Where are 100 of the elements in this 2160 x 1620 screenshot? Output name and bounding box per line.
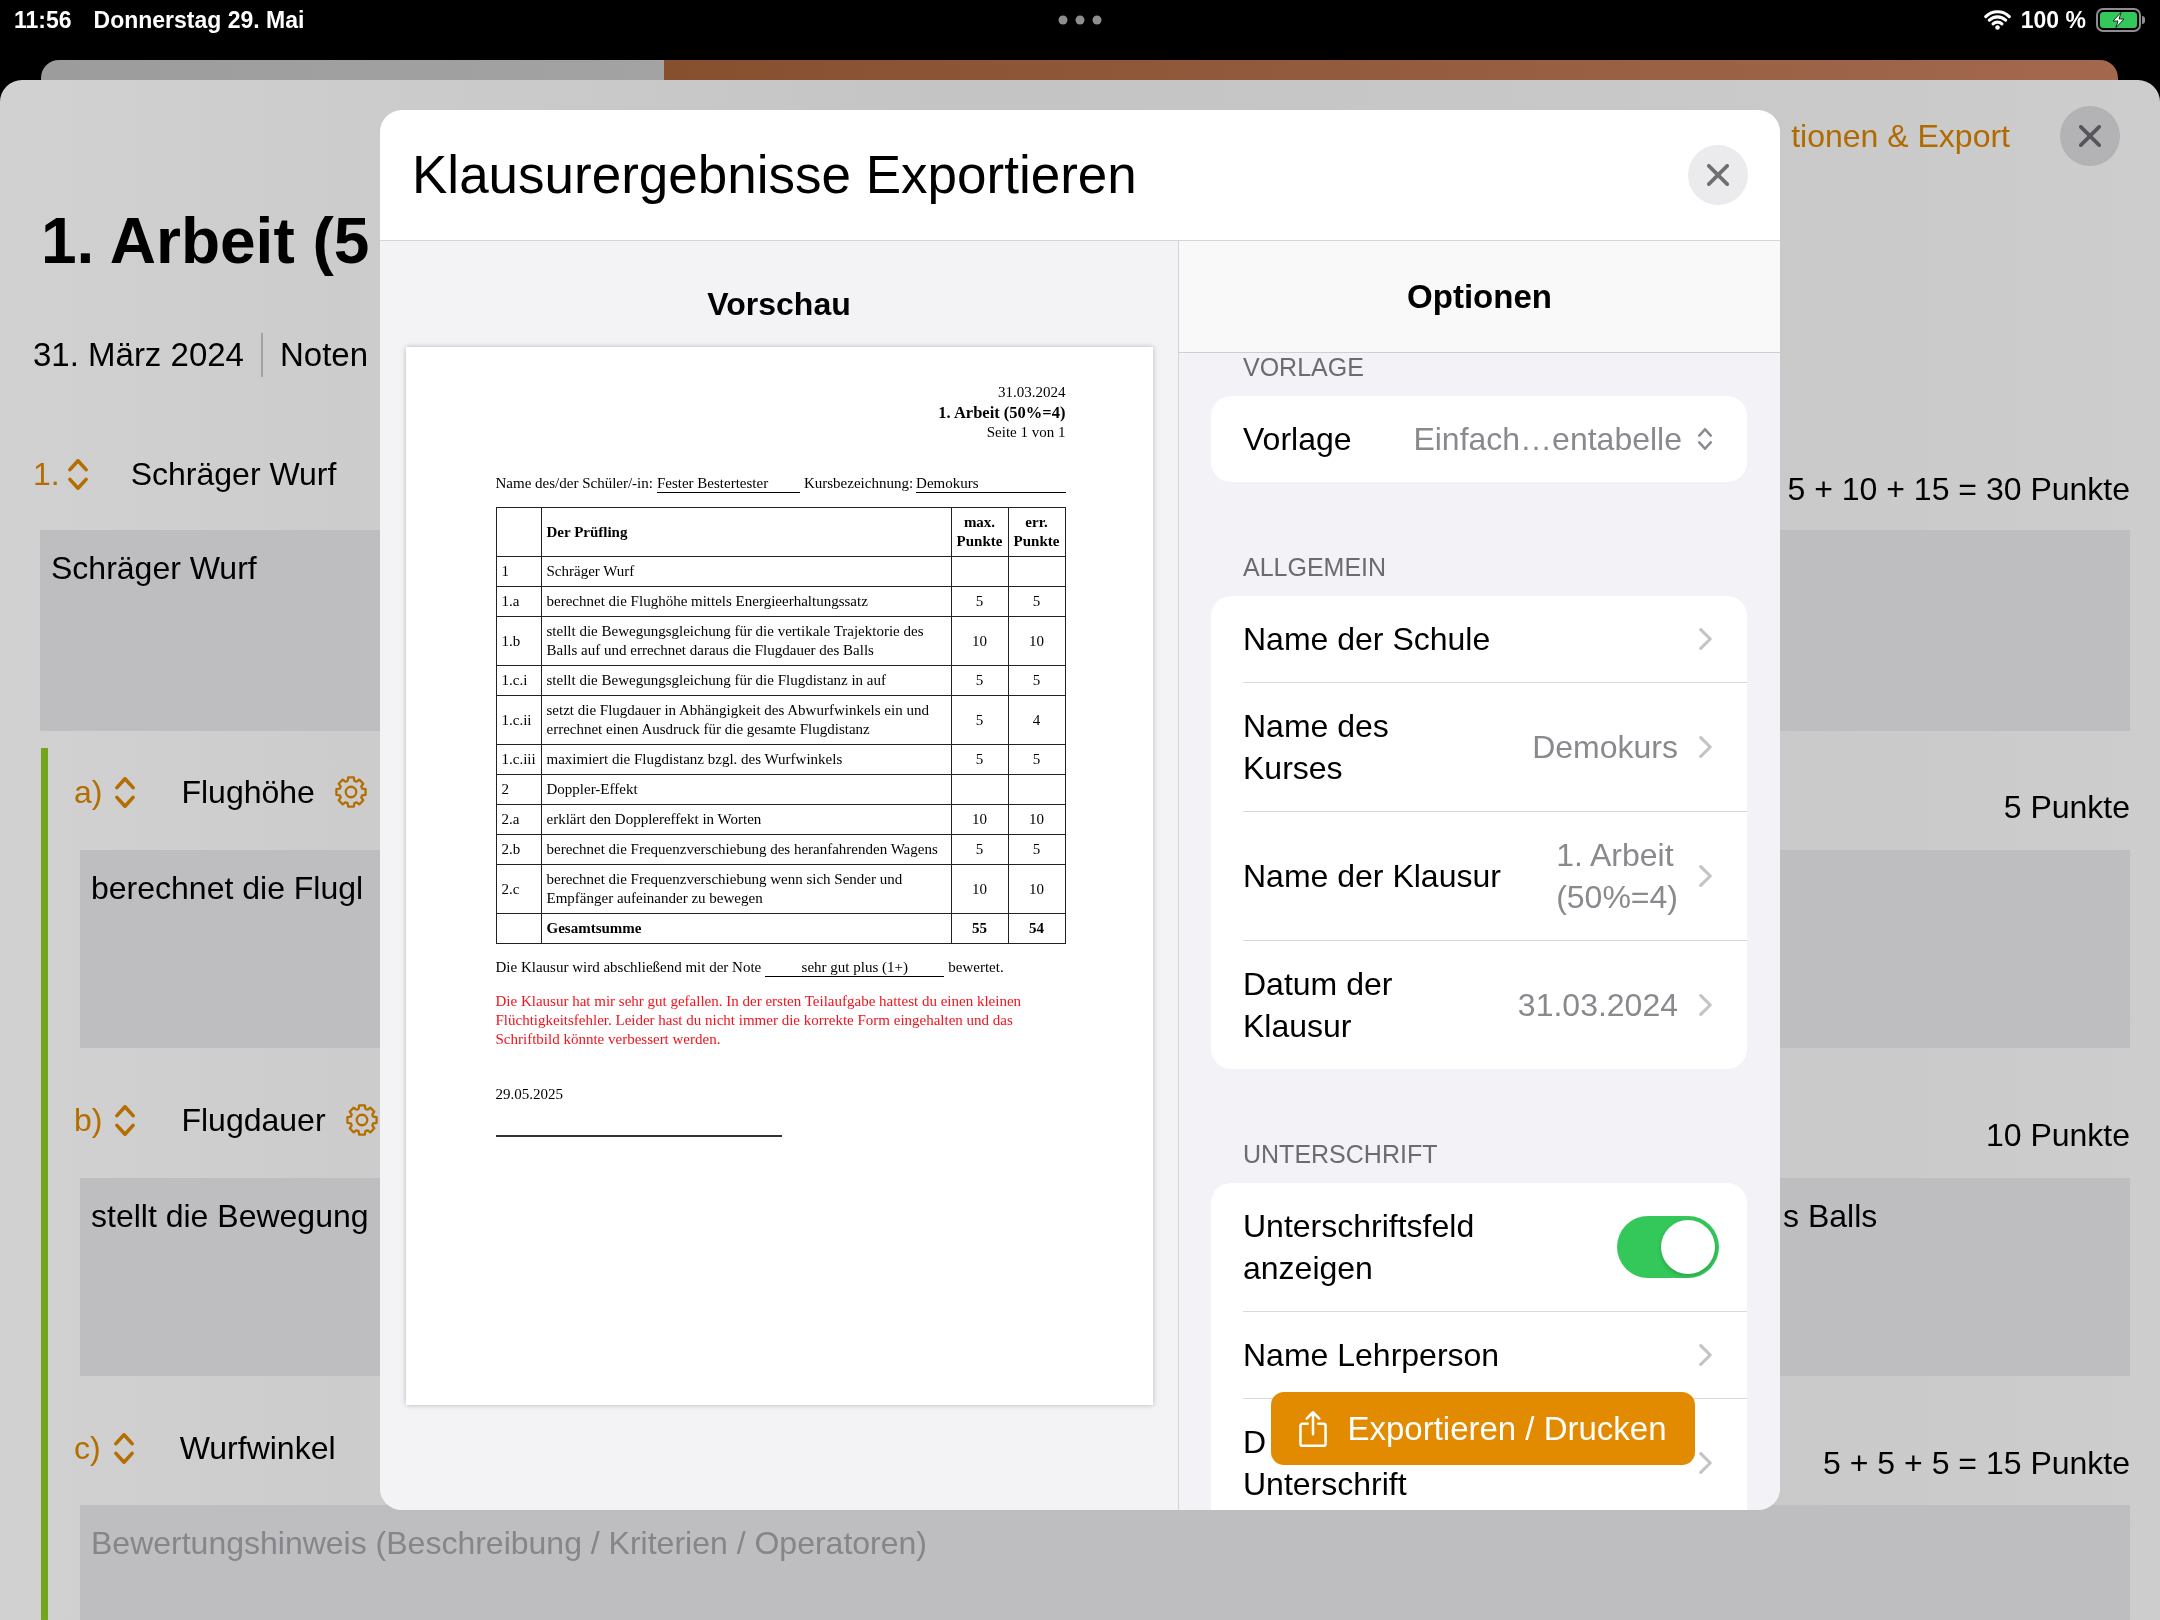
section-header: UNTERSCHRIFT: [1242, 1140, 1439, 1168]
field-text: Schräger Wurf: [51, 549, 257, 588]
table-cell: 1.c.ii: [496, 695, 541, 745]
column-header: err. Punkte: [1008, 507, 1065, 557]
document-title: 1. Arbeit (50%=4): [938, 402, 1066, 423]
task-number: 1.: [33, 455, 60, 494]
table-cell: 5: [951, 586, 1008, 617]
field-text: s Balls: [1783, 1197, 1879, 1236]
table-cell: 10: [951, 616, 1008, 666]
row-label[interactable]: Name der Klausur: [1243, 855, 1517, 897]
row-label: Vorlage: [1243, 420, 1353, 459]
chevron-right-icon: [1699, 865, 1712, 887]
table-cell: 10: [1008, 616, 1065, 666]
task-number: c): [74, 1429, 101, 1468]
table-cell: 10: [951, 864, 1008, 914]
battery-icon: [2096, 8, 2146, 32]
table-cell: berechnet die Frequenzverschiebung des heranfahrenden Wagens: [541, 834, 951, 865]
table-cell: 55: [951, 913, 1008, 944]
chevron-up-down-icon[interactable]: [115, 776, 136, 808]
points-label: 5 Punkte: [2003, 788, 2130, 827]
row-value: 1. Arbeit (50%=4): [1556, 836, 1678, 917]
task-number: a): [74, 773, 103, 812]
options-heading: Optionen: [1407, 276, 1552, 317]
chevron-right-icon: [1699, 1452, 1712, 1474]
task-number: b): [74, 1101, 103, 1140]
status-date: Donnerstag 29. Mai: [93, 6, 305, 35]
date-label: 31. März 2024: [33, 335, 244, 375]
table-cell: maximiert die Flugdistanz bzgl. des Wurfwinkels: [541, 744, 951, 775]
chevron-up-down-icon[interactable]: [1698, 428, 1712, 450]
gear-icon[interactable]: [334, 776, 367, 808]
table-cell: 5: [951, 744, 1008, 775]
field-label: Name des/der Schüler/-in:: [495, 474, 653, 493]
row-label[interactable]: Name Lehrperson: [1243, 1334, 1678, 1376]
table-cell: stellt die Bewegungsgleichung für die Flugdistanz in auf: [541, 665, 951, 696]
row-label[interactable]: Name der Schule: [1243, 618, 1678, 660]
table-cell: berechnet die Flughöhe mittels Energieerhaltungssatz: [541, 586, 951, 617]
task-title: Flugdauer: [181, 1101, 326, 1140]
task-title: Wurfwinkel: [179, 1429, 336, 1468]
chevron-right-icon: [1699, 736, 1712, 758]
table-cell: Schräger Wurf: [541, 556, 951, 587]
table-cell: 10: [1008, 864, 1065, 914]
chevron-up-down-icon[interactable]: [115, 1104, 136, 1136]
table-cell: 2.c: [496, 864, 541, 914]
field-label: Kursbezeichnung:: [803, 474, 914, 493]
share-icon: [1299, 1410, 1328, 1447]
table-cell: berechnet die Frequenzverschiebung wenn sich Sender und Empfänger aufeinander zu bewegen: [541, 864, 951, 914]
section-header: ALLGEMEIN: [1242, 553, 1388, 581]
points-label: 10 Punkte: [1985, 1116, 2130, 1155]
table-cell: 2.b: [496, 834, 541, 865]
chevron-right-icon: [1699, 1344, 1712, 1366]
task-title: Flughöhe: [181, 773, 315, 812]
table-cell: 4: [1008, 695, 1065, 745]
table-cell: 2.a: [496, 804, 541, 835]
table-cell: 5: [951, 665, 1008, 696]
text-field[interactable]: Bewertungshinweis (Beschreibung / Kriterien / Operatoren): [80, 1505, 2130, 1620]
page-number: Seite 1 von 1: [986, 423, 1066, 442]
table-cell: 2: [496, 774, 541, 805]
table-cell: 1.a: [496, 586, 541, 617]
close-icon: [2079, 125, 2101, 147]
column-header: Der Prüfling: [541, 507, 951, 557]
grade-text: Die Klausur wird abschließend mit der Note: [495, 958, 762, 977]
table-cell: 5: [1008, 744, 1065, 775]
document-date: 31.03.2024: [998, 383, 1066, 402]
table-cell: 54: [1008, 913, 1065, 944]
table-cell: 1.c.iii: [496, 744, 541, 775]
field-text: stellt die Bewegung: [91, 1197, 369, 1236]
comment-text: Die Klausur hat mir sehr gut gefallen. In der ersten Teilaufgabe hattest du einen kleinen Flüchtigkeitsfehler. Leider hast du nicht immer die korrekte Form eingehalten und das Schriftbild könnte verbessert werden.: [495, 992, 1023, 1049]
table-cell: Gesamtsumme: [541, 913, 951, 944]
grades-tab[interactable]: Noten: [279, 335, 369, 375]
table-cell: 1.b: [496, 616, 541, 666]
preview-heading: Vorschau: [707, 285, 851, 324]
chevron-up-down-icon[interactable]: [67, 458, 88, 490]
row-label[interactable]: D: [1243, 1421, 1267, 1463]
close-icon: [1707, 164, 1729, 186]
status-time: 11:56: [14, 6, 72, 35]
table-cell: 5: [951, 834, 1008, 865]
table-cell: erklärt den Dopplereffekt in Worten: [541, 804, 951, 835]
table-cell: 5: [1008, 665, 1065, 696]
task-title: Schräger Wurf: [130, 455, 337, 494]
section-header: VORLAGE: [1242, 353, 1365, 381]
signature-date: 29.05.2025: [495, 1085, 564, 1104]
row-label[interactable]: Name des Kurses: [1243, 705, 1493, 789]
wifi-icon: [1983, 10, 2011, 30]
row-label[interactable]: Unterschrift: [1243, 1463, 1407, 1505]
row-label[interactable]: Datum der Klausur: [1243, 963, 1478, 1047]
gear-icon[interactable]: [345, 1104, 378, 1136]
table-cell: stellt die Bewegungsgleichung für die vertikale Trajektorie des Balls auf und errechnet daraus die Flugdauer des Balls: [541, 616, 951, 666]
column-header: max. Punkte: [951, 507, 1008, 557]
more-dots-icon[interactable]: [1058, 15, 1102, 25]
row-value: Demokurs: [1532, 728, 1678, 767]
table-cell: 5: [1008, 834, 1065, 865]
battery-level: 100 %: [2020, 6, 2086, 35]
sheet-title: 1. Arbeit (5: [41, 204, 370, 279]
course-field: Demokurs: [916, 474, 1066, 493]
points-label: 5 + 10 + 15 = 30 Punkte: [1787, 470, 2130, 509]
table-cell: 1: [496, 556, 541, 587]
table-cell: setzt die Flugdauer in Abhängigkeit des Abwurfwinkels ein und errechnet einen Ausdruck für die gesamte Flugdistanz: [541, 695, 951, 745]
row-label: Unterschriftsfeld anzeigen: [1243, 1207, 1476, 1288]
dialog-title: Klausurergebnisse Exportieren: [412, 144, 1137, 206]
chevron-up-down-icon[interactable]: [113, 1432, 134, 1464]
